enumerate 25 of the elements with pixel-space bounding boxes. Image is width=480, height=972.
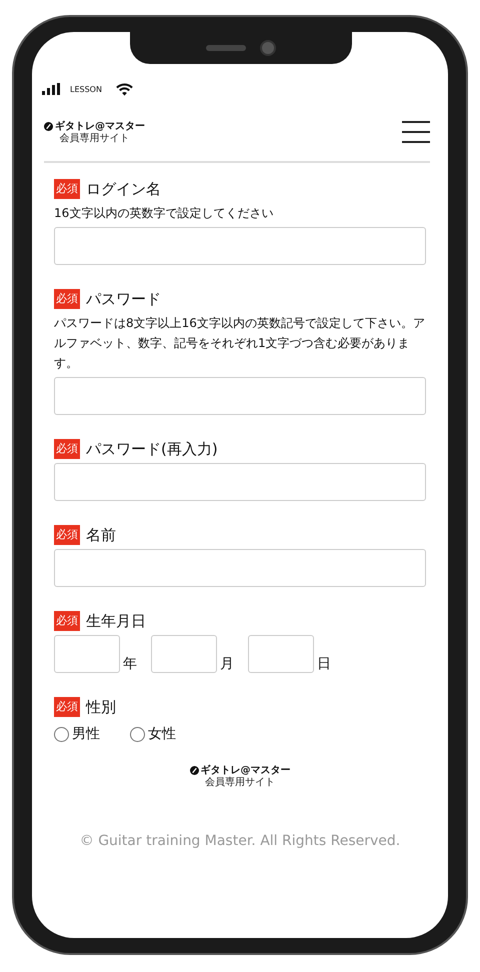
field-label: ログイン名 xyxy=(86,180,161,198)
carrier-name: LESSON xyxy=(70,84,102,94)
required-badge: 必須 xyxy=(54,179,80,199)
logo-title: ギタトレ@マスター xyxy=(55,120,145,132)
field-hint: パスワードは8文字以上16文字以内の英数記号で設定して下さい。アルファベット、数字、記号をそれぞれ1文字づつ含む必要があります。 xyxy=(54,315,426,372)
required-badge: 必須 xyxy=(54,525,80,545)
copyright-text: © Guitar training Master. All Rights Reserved. xyxy=(80,833,400,849)
field-label: パスワード(再入力) xyxy=(86,440,218,458)
radio-option[interactable]: 女性 xyxy=(130,725,176,743)
required-badge: 必須 xyxy=(54,289,80,309)
field-hint: 16文字以内の英数字で設定してください xyxy=(54,205,274,222)
field-label: 名前 xyxy=(86,526,116,544)
field-label: 性別 xyxy=(86,698,116,716)
required-badge: 必須 xyxy=(54,439,80,459)
radio-option[interactable]: 男性 xyxy=(54,725,100,743)
date-unit: 月 xyxy=(220,655,234,673)
required-badge: 必須 xyxy=(54,697,80,717)
logo-title: ギタトレ@マスター xyxy=(200,764,290,776)
field-label: 生年月日 xyxy=(86,612,146,630)
date-unit: 年 xyxy=(123,655,137,673)
date-unit: 日 xyxy=(317,655,331,673)
logo-subtitle: 会員専用サイト xyxy=(60,133,130,145)
logo-subtitle: 会員専用サイト xyxy=(205,777,275,789)
field-label: パスワード xyxy=(86,290,161,308)
required-badge: 必須 xyxy=(54,611,80,631)
